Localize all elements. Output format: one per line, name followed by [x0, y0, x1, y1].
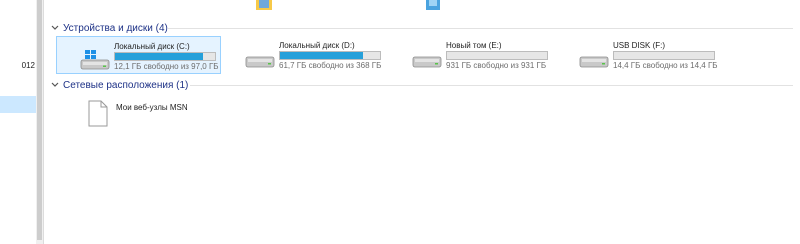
windows-drive-icon	[80, 50, 110, 70]
drive-free-space: 12,1 ГБ свободно из 97,0 ГБ	[114, 62, 219, 71]
drive-free-space: 931 ГБ свободно из 931 ГБ	[446, 61, 547, 70]
navigation-scrollbar[interactable]	[36, 0, 44, 244]
pictures-folder-icon[interactable]	[256, 0, 276, 10]
network-location-label: Мои веб-узлы MSN	[116, 103, 188, 112]
drive-c-tile[interactable]: Локальный диск (C:) 12,1 ГБ свободно из …	[56, 36, 221, 74]
nav-item-partial[interactable]: 012	[0, 60, 36, 72]
group-header-network-label: Сетевые расположения (1)	[63, 79, 189, 91]
drive-usage-bar	[446, 51, 548, 60]
hard-drive-icon	[412, 56, 442, 68]
drive-name: Новый том (E:)	[446, 41, 502, 50]
group-divider	[168, 28, 793, 29]
file-explorer-window: 012 Устройства и диски (4) Локальный дис…	[0, 0, 800, 244]
drive-name: USB DISK (F:)	[613, 41, 666, 50]
drive-name: Локальный диск (D:)	[279, 41, 355, 50]
drive-usage-bar	[279, 51, 381, 60]
drive-usage-bar	[114, 52, 216, 61]
drive-free-space: 61,7 ГБ свободно из 368 ГБ	[279, 61, 382, 70]
network-location-item[interactable]: Мои веб-узлы MSN	[84, 100, 204, 130]
chevron-down-icon[interactable]	[50, 80, 60, 90]
group-header-devices[interactable]: Устройства и диски (4)	[50, 22, 168, 34]
scrollbar-thumb[interactable]	[37, 0, 42, 240]
drive-usage-bar	[613, 51, 715, 60]
chevron-down-icon[interactable]	[50, 23, 60, 33]
usb-drive-icon	[579, 56, 609, 68]
hard-drive-icon	[245, 56, 275, 68]
nav-item-selected[interactable]	[0, 96, 36, 113]
navigation-pane[interactable]: 012	[0, 0, 37, 244]
drive-e-tile[interactable]: Новый том (E:) 931 ГБ свободно из 931 ГБ	[389, 36, 554, 74]
drive-d-tile[interactable]: Локальный диск (D:) 61,7 ГБ свободно из …	[222, 36, 387, 74]
drive-f-tile[interactable]: USB DISK (F:) 14,4 ГБ свободно из 14,4 Г…	[556, 36, 721, 74]
drive-free-space: 14,4 ГБ свободно из 14,4 ГБ	[613, 61, 718, 70]
group-divider	[190, 85, 793, 86]
group-header-devices-label: Устройства и диски (4)	[63, 22, 168, 34]
document-icon	[88, 100, 108, 127]
group-header-network[interactable]: Сетевые расположения (1)	[50, 79, 188, 91]
desktop-folder-icon[interactable]	[424, 0, 444, 10]
drive-name: Локальный диск (C:)	[114, 42, 190, 51]
